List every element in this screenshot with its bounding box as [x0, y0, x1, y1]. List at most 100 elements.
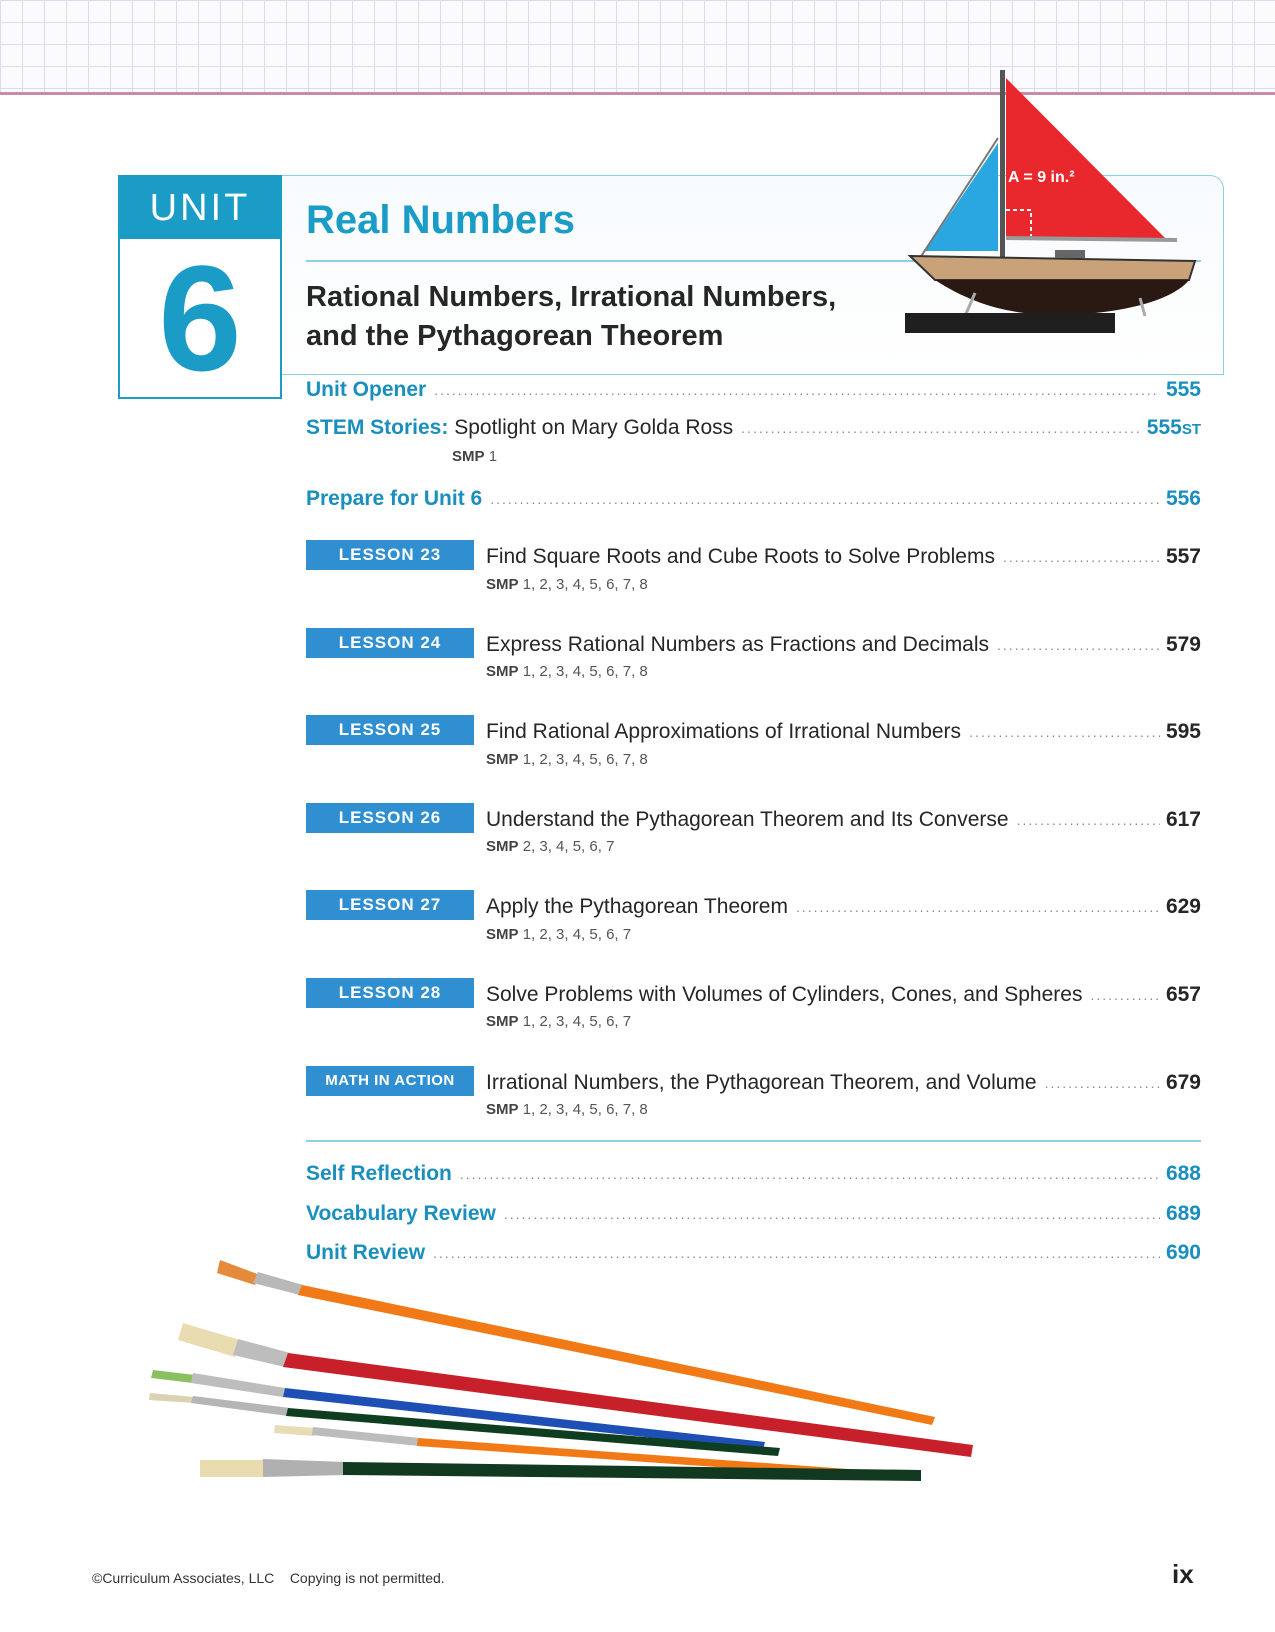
lesson-row[interactable]: Find Rational Approximations of Irration… [486, 714, 1201, 744]
lesson-title: Solve Problems with Volumes of Cylinders… [486, 983, 1083, 1006]
paintbrushes-illustration [149, 1260, 973, 1481]
toc-label: Prepare for Unit 6 [306, 487, 483, 510]
smp-label: SMP [486, 663, 519, 680]
sailboat-illustration: A = 9 in.² [905, 70, 1197, 333]
copyright-footer: ©Curriculum Associates, LLC Copying is n… [92, 1570, 445, 1586]
lesson-title: Apply the Pythagorean Theorem [486, 895, 788, 918]
smp-note: SMP 1, 2, 3, 4, 5, 6, 7, 8 [486, 751, 648, 768]
smp-note: SMP 1, 2, 3, 4, 5, 6, 7, 8 [486, 663, 648, 680]
subtitle-line-2: and the Pythagorean Theorem [306, 320, 724, 352]
toc-page: 690 [1165, 1241, 1201, 1264]
smp-label: SMP [486, 751, 519, 768]
smp-note: SMP 1, 2, 3, 4, 5, 6, 7 [486, 926, 631, 943]
toc-row-self-reflection[interactable]: Self Reflection ........................… [306, 1156, 1201, 1186]
brush-green-bottom [200, 1459, 921, 1481]
lesson-title: Understand the Pythagorean Theorem and I… [486, 808, 1009, 831]
dot-leader: ........................................… [490, 491, 1160, 507]
dot-leader: ........................................… [741, 420, 1141, 436]
lesson-title: Express Rational Numbers as Fractions an… [486, 633, 990, 656]
dot-leader: ........................................… [503, 1206, 1160, 1222]
toc-page: 556 [1165, 487, 1201, 510]
smp-values: 1, 2, 3, 4, 5, 6, 7 [522, 1013, 632, 1030]
page-number: ix [1172, 1559, 1194, 1589]
lesson-tag: LESSON 28 [306, 978, 474, 1008]
toc-row-unit-opener[interactable]: Unit Opener ............................… [306, 372, 1201, 402]
unit-badge: UNIT 6 [118, 175, 282, 399]
lesson-page: 579 [1165, 633, 1201, 656]
smp-note: SMP 1, 2, 3, 4, 5, 6, 7, 8 [486, 1101, 648, 1118]
unit-label: UNIT [120, 177, 280, 239]
lesson-title: Find Square Roots and Cube Roots to Solv… [486, 545, 995, 568]
smp-values: 1 [488, 448, 498, 465]
lesson-title: Find Rational Approximations of Irration… [486, 720, 962, 743]
toc-row-vocabulary-review[interactable]: Vocabulary Review ......................… [306, 1196, 1201, 1226]
lesson-row[interactable]: Solve Problems with Volumes of Cylinders… [486, 977, 1201, 1007]
lesson-page: 595 [1165, 720, 1201, 743]
sail-area-label: A = 9 in.² [1008, 169, 1075, 186]
dot-leader: ........................................… [795, 899, 1160, 915]
toc-label: Vocabulary Review [306, 1202, 496, 1225]
toc-row-prepare[interactable]: Prepare for Unit 6 .....................… [306, 481, 1201, 511]
dot-leader: ........................................… [434, 382, 1160, 398]
smp-label: SMP [452, 448, 485, 465]
smp-label: SMP [486, 1013, 519, 1030]
toc-page: 688 [1165, 1162, 1201, 1185]
smp-note: SMP 1, 2, 3, 4, 5, 6, 7 [486, 1013, 631, 1030]
main-sail [1006, 78, 1165, 238]
toc-page: 555 [1165, 378, 1201, 401]
page-suffix: ST [1181, 421, 1201, 438]
smp-values: 1, 2, 3, 4, 5, 6, 7, 8 [522, 751, 648, 768]
smp-label: SMP [486, 838, 519, 855]
unit-subtitle: Rational Numbers, Irrational Numbers, an… [306, 278, 906, 356]
unit-title: Real Numbers [306, 198, 575, 242]
boom [1005, 236, 1178, 242]
smp-values: 2, 3, 4, 5, 6, 7 [522, 838, 615, 855]
dot-leader: ........................................… [459, 1166, 1160, 1182]
smp-note: SMP 1, 2, 3, 4, 5, 6, 7, 8 [486, 576, 648, 593]
smp-label: SMP [486, 1101, 519, 1118]
lesson-tag: LESSON 27 [306, 890, 474, 920]
dot-leader: ........................................… [1002, 549, 1160, 565]
stem-prefix: STEM Stories: [306, 416, 449, 439]
lesson-page: 557 [1165, 545, 1201, 568]
smp-values: 1, 2, 3, 4, 5, 6, 7, 8 [522, 1101, 648, 1118]
toc-label: Self Reflection [306, 1162, 452, 1185]
lesson-row[interactable]: Understand the Pythagorean Theorem and I… [486, 802, 1201, 832]
smp-values: 1, 2, 3, 4, 5, 6, 7, 8 [522, 576, 648, 593]
lesson-row[interactable]: Express Rational Numbers as Fractions an… [486, 627, 1201, 657]
lesson-tag: LESSON 23 [306, 540, 474, 570]
toc-page: 689 [1165, 1202, 1201, 1225]
lesson-row[interactable]: Apply the Pythagorean Theorem ..........… [486, 889, 1201, 919]
toc-row-stem-stories[interactable]: STEM Stories: Spotlight on Mary Golda Ro… [306, 410, 1201, 440]
toc-label: Unit Opener [306, 378, 427, 401]
lesson-page: 679 [1165, 1071, 1201, 1094]
dot-leader: ........................................… [1016, 812, 1160, 828]
unit-number: 6 [158, 234, 242, 402]
display-stand [905, 313, 1115, 333]
lesson-page: 629 [1165, 895, 1201, 918]
lesson-row[interactable]: Find Square Roots and Cube Roots to Solv… [486, 539, 1201, 569]
lesson-tag: LESSON 24 [306, 628, 474, 658]
lesson-tag: LESSON 26 [306, 803, 474, 833]
dot-leader: ........................................… [1044, 1075, 1160, 1091]
lesson-page: 657 [1165, 983, 1201, 1006]
toc-label: STEM Stories: Spotlight on Mary Golda Ro… [306, 416, 733, 440]
dot-leader: ........................................… [969, 724, 1160, 740]
smp-values: 1, 2, 3, 4, 5, 6, 7, 8 [522, 663, 648, 680]
dot-leader: ........................................… [1090, 987, 1159, 1003]
lesson-tag: MATH IN ACTION [306, 1066, 474, 1096]
toc-page: 555ST [1147, 416, 1201, 440]
page-number: 555 [1146, 416, 1182, 439]
cabin [1055, 250, 1085, 258]
hull-deck [907, 254, 1197, 281]
smp-note: SMP 2, 3, 4, 5, 6, 7 [486, 838, 614, 855]
smp-label: SMP [486, 576, 519, 593]
stem-title: Spotlight on Mary Golda Ross [454, 416, 734, 439]
lesson-tag: LESSON 25 [306, 715, 474, 745]
dot-leader: ........................................… [997, 637, 1160, 653]
lesson-title: Irrational Numbers, the Pythagorean Theo… [486, 1071, 1037, 1094]
subtitle-line-1: Rational Numbers, Irrational Numbers, [306, 281, 837, 313]
toc-divider [306, 1140, 1201, 1142]
lesson-row[interactable]: Irrational Numbers, the Pythagorean Theo… [486, 1065, 1201, 1095]
lesson-page: 617 [1165, 808, 1201, 831]
